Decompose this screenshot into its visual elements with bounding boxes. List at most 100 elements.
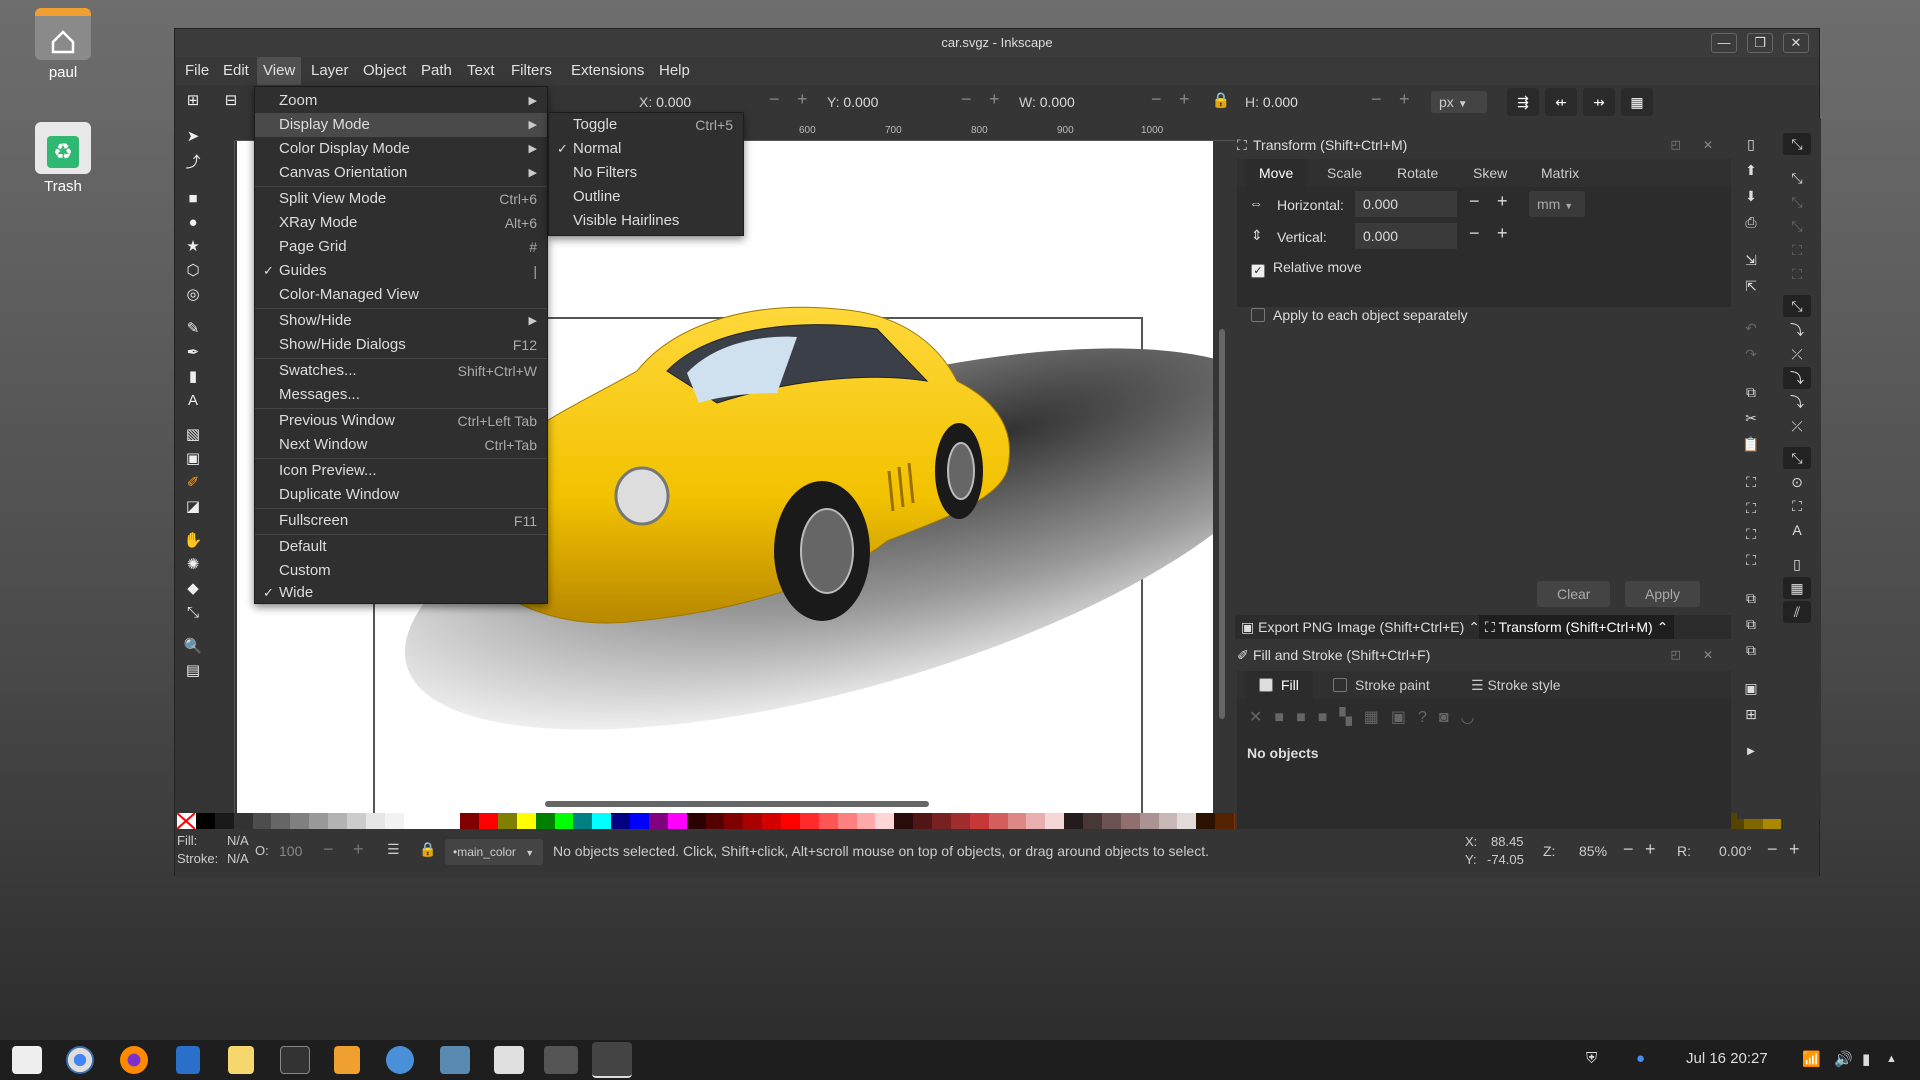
tweak-tool-icon[interactable]: ✋ <box>183 531 203 551</box>
snap-bbox-corner-icon[interactable]: ⤡ <box>1783 215 1811 237</box>
eraser-tool-icon[interactable]: ◆ <box>183 579 203 599</box>
menu-file[interactable]: File <box>179 57 215 85</box>
tab-matrix[interactable]: Matrix <box>1527 159 1593 187</box>
star-tool-icon[interactable]: ★ <box>183 237 203 257</box>
battery-icon[interactable]: ▮ <box>1862 1050 1870 1068</box>
group-icon[interactable]: ▣ <box>1737 677 1765 699</box>
rotate-cw-button[interactable]: + <box>1789 839 1800 860</box>
snap-cusp-icon[interactable]: ⤵ <box>1783 367 1811 389</box>
w-decrement-button[interactable]: − <box>1151 89 1162 110</box>
menu-item-messages[interactable]: Messages... <box>255 383 547 407</box>
menu-object[interactable]: Object <box>357 57 412 85</box>
layer-lock-icon[interactable]: 🔒 <box>419 841 436 858</box>
desktop-icon-trash[interactable]: ♻ Trash <box>18 122 108 195</box>
dropper-tool-icon[interactable]: ✐ <box>183 473 203 493</box>
snap-bbox-edge-icon[interactable]: ⤡ <box>1783 191 1811 213</box>
move-unit-select[interactable]: mm ▼ <box>1529 191 1585 217</box>
menu-item-outline[interactable]: Outline <box>549 185 743 209</box>
menu-view[interactable]: View <box>257 57 302 85</box>
vertical-decrement-button[interactable]: − <box>1469 223 1480 244</box>
h-input[interactable] <box>1262 94 1353 110</box>
tab-stroke-paint[interactable]: Stroke paint <box>1319 671 1444 699</box>
menu-filters[interactable]: Filters <box>505 57 558 85</box>
open-icon[interactable]: ⬆ <box>1737 159 1765 181</box>
panel-close-icon[interactable]: ✕ <box>1703 133 1713 157</box>
start-menu-icon[interactable] <box>12 1046 42 1074</box>
y-increment-button[interactable]: + <box>989 89 1000 110</box>
export-icon[interactable]: ⇱ <box>1737 275 1765 297</box>
transform-stroke-button[interactable]: ⇶ <box>1507 88 1539 116</box>
pencil-tool-icon[interactable]: ✎ <box>183 319 203 339</box>
dock-tab-transform[interactable]: ⛶ Transform (Shift+Ctrl+M) ⌃ <box>1479 615 1675 639</box>
zoom-drawing-icon[interactable]: ⛶ <box>1737 497 1765 519</box>
paint-bucket-tool-icon[interactable]: ◪ <box>183 497 203 517</box>
paste-icon[interactable]: 📋 <box>1737 433 1765 455</box>
volume-icon[interactable]: 🔊 <box>1834 1050 1853 1068</box>
horizontal-input[interactable]: 0.000 <box>1355 191 1457 217</box>
cut-icon[interactable]: ✂ <box>1737 407 1765 429</box>
menu-path[interactable]: Path <box>415 57 458 85</box>
selector-tool-icon[interactable]: ➤ <box>183 127 203 147</box>
snap-text-baseline-icon[interactable]: A <box>1783 519 1811 541</box>
mesh-tool-icon[interactable]: ▣ <box>183 449 203 469</box>
menu-text[interactable]: Text <box>461 57 501 85</box>
select-all-icon[interactable]: ⊞ <box>183 91 203 111</box>
clone-icon[interactable]: ⧉ <box>1737 613 1765 635</box>
notes-icon[interactable] <box>228 1046 254 1074</box>
snap-page-border-icon[interactable]: ▯ <box>1783 553 1811 575</box>
minimize-button[interactable]: — <box>1711 33 1737 53</box>
apply-button[interactable]: Apply <box>1625 581 1701 607</box>
copy-icon[interactable]: ⧉ <box>1737 381 1765 403</box>
screenshot-icon[interactable] <box>440 1046 470 1074</box>
menu-item-color-display-mode[interactable]: Color Display Mode ▶ <box>255 137 547 161</box>
paint-type-buttons[interactable]: ✕■■■▚▦▣?◙◡ <box>1249 707 1486 727</box>
menu-item-zoom[interactable]: Zoom ▶ <box>255 89 547 113</box>
transform-patterns-button[interactable]: ▦ <box>1621 88 1653 116</box>
box-3d-tool-icon[interactable]: ⬡ <box>183 261 203 281</box>
h-decrement-button[interactable]: − <box>1371 89 1382 110</box>
new-document-icon[interactable]: ▯ <box>1737 133 1765 155</box>
more-arrow-icon[interactable]: ▶ <box>1737 741 1765 763</box>
snap-center-icon[interactable]: ⊙ <box>1783 471 1811 493</box>
snap-rotation-center-icon[interactable]: ⛶ <box>1783 495 1811 517</box>
pages-tool-icon[interactable]: ▤ <box>183 661 203 681</box>
zoom-in-button[interactable]: + <box>1645 839 1656 860</box>
menu-item-canvas-orientation[interactable]: Canvas Orientation ▶ <box>255 161 547 185</box>
snap-midpoint-icon[interactable]: ⤫ <box>1783 415 1811 437</box>
h-increment-button[interactable]: + <box>1399 89 1410 110</box>
node-tool-icon[interactable]: ⤴ <box>183 153 203 173</box>
spiral-tool-icon[interactable]: ◎ <box>183 285 203 305</box>
menu-layer[interactable]: Layer <box>305 57 355 85</box>
menu-item-toggle[interactable]: Toggle Ctrl+5 <box>549 113 743 137</box>
horizontal-scrollbar[interactable] <box>545 801 929 807</box>
tab-skew[interactable]: Skew <box>1459 159 1521 187</box>
snap-smooth-icon[interactable]: ⤵ <box>1783 391 1811 413</box>
menu-item-guides[interactable]: ✓ Guides | <box>255 259 547 283</box>
menu-item-custom[interactable]: Custom <box>255 559 547 583</box>
y-decrement-button[interactable]: − <box>961 89 972 110</box>
horizontal-decrement-button[interactable]: − <box>1469 191 1480 212</box>
menu-item-show-hide-dialogs[interactable]: Show/Hide Dialogs F12 <box>255 333 547 357</box>
snap-grid-icon[interactable]: ▦ <box>1783 577 1811 599</box>
menu-item-page-grid[interactable]: Page Grid # <box>255 235 547 259</box>
pen-tool-icon[interactable]: ✒ <box>183 343 203 363</box>
rotate-ccw-button[interactable]: − <box>1767 839 1778 860</box>
connector-tool-icon[interactable]: ⤡ <box>183 603 203 623</box>
taskbar-datetime[interactable]: Jul 16 20:27 <box>1686 1050 1768 1067</box>
print-icon[interactable]: ⎙ <box>1737 211 1765 233</box>
menu-item-display-mode[interactable]: Display Mode ▶ <box>255 113 547 137</box>
menu-item-fullscreen[interactable]: Fullscreen F11 <box>255 509 547 533</box>
dock-tab-export[interactable]: ▣ Export PNG Image (Shift+Ctrl+E) ⌃ <box>1241 619 1480 636</box>
x-input[interactable] <box>656 94 747 110</box>
writer-icon[interactable] <box>176 1046 200 1074</box>
menu-edit[interactable]: Edit <box>217 57 255 85</box>
ungroup-icon[interactable]: ⊞ <box>1737 703 1765 725</box>
rotate-input[interactable]: 0.00° <box>1719 843 1752 859</box>
menu-item-visible-hairlines[interactable]: Visible Hairlines <box>549 209 743 233</box>
snap-bbox-icon[interactable]: ⤡ <box>1783 167 1811 189</box>
vertical-increment-button[interactable]: + <box>1497 223 1508 244</box>
spray-tool-icon[interactable]: ✺ <box>183 555 203 575</box>
panel-close-icon[interactable]: ✕ <box>1703 643 1713 667</box>
chrome-tray-icon[interactable]: ● <box>1636 1050 1645 1067</box>
menu-item-show-hide[interactable]: Show/Hide ▶ <box>255 309 547 333</box>
